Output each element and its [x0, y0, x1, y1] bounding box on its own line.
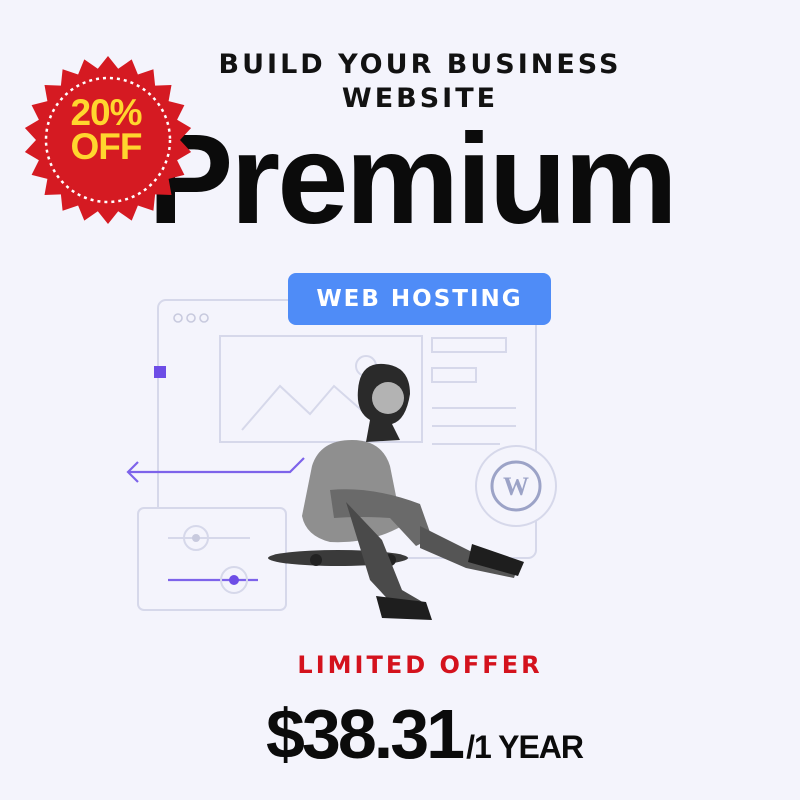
svg-text:W: W: [503, 472, 529, 501]
text-lines-placeholder: [431, 337, 516, 445]
discount-percent: 20%: [70, 92, 142, 133]
product-title: Premium: [148, 108, 678, 251]
accent-square: [154, 366, 166, 378]
limited-offer-label: LIMITED OFFER: [297, 651, 543, 679]
price-period: /1 YEAR: [466, 729, 584, 765]
wordpress-icon: W: [475, 445, 557, 527]
hosting-illustration: W: [126, 299, 557, 620]
arrow-left-icon: [126, 457, 305, 483]
window-dots-icon: [173, 313, 209, 323]
web-hosting-label: WEB HOSTING: [288, 273, 551, 325]
discount-badge-text: 20% OFF: [36, 92, 176, 167]
price-row: $38.31/1 YEAR: [266, 692, 584, 776]
discount-off: OFF: [70, 126, 143, 167]
price-amount: $38.31: [266, 695, 465, 773]
slider-panel: [137, 507, 287, 611]
